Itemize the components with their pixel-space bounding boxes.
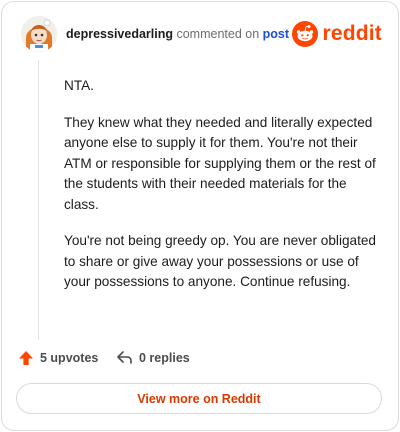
reddit-snoo-icon [292, 21, 319, 47]
reddit-logo[interactable]: reddit [292, 20, 382, 48]
comment-footer: 5 upvotes 0 replies [18, 348, 318, 372]
reply-count: 0 replies [139, 350, 190, 365]
post-link[interactable]: post [263, 27, 289, 41]
user-avatar[interactable] [21, 16, 57, 52]
comment-paragraph: They knew what they needed and literally… [64, 114, 376, 212]
avatar-image [21, 16, 57, 52]
comment-paragraph: You're not being greedy op. You are neve… [64, 233, 376, 289]
upvote-arrow-icon [19, 351, 33, 365]
reply-arrow-icon [117, 351, 132, 364]
byline-action-text: commented on [176, 27, 260, 41]
reply-button[interactable]: 0 replies [116, 350, 190, 365]
thread-line [38, 60, 39, 340]
comment-body: NTA. They knew what they needed and lite… [64, 76, 384, 309]
username-link[interactable]: depressivedarling [66, 27, 173, 41]
reddit-wordmark: reddit [322, 22, 382, 45]
comment-embed-card: depressivedarling commented on post redd… [1, 1, 399, 431]
upvote-button[interactable]: 5 upvotes [18, 350, 98, 366]
upvote-count: 5 upvotes [40, 351, 99, 365]
comment-byline: depressivedarling commented on post [66, 27, 289, 41]
comment-paragraph: NTA. [64, 78, 94, 93]
view-more-on-reddit-button[interactable]: View more on Reddit [16, 383, 382, 414]
comment-header: depressivedarling commented on post redd… [21, 16, 384, 56]
